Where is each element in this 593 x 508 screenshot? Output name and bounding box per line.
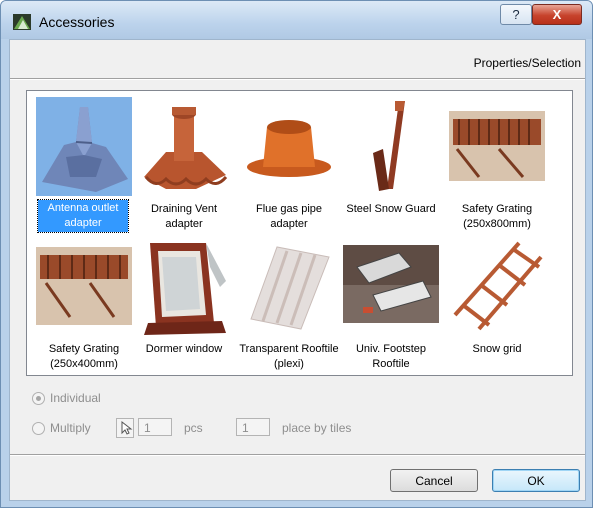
antenna-outlet-adapter-image <box>36 97 132 196</box>
close-button[interactable]: X <box>532 4 582 25</box>
flue-gas-pipe-adapter-image <box>241 97 337 196</box>
gallery-item[interactable]: Univ. Footstep Rooftile <box>343 237 439 372</box>
safety-grating-250x800-image <box>449 97 545 196</box>
pcs-label: pcs <box>184 421 203 435</box>
antenna-outlet-adapter-label: Antenna outlet adapter <box>37 199 129 233</box>
steel-snow-guard-label: Steel Snow Guard <box>346 203 436 215</box>
pcs-input[interactable]: 1 <box>138 418 172 436</box>
place-by-tiles-label: place by tiles <box>282 421 352 435</box>
multiply-label: Multiply <box>50 421 91 435</box>
properties-selection-label: Properties/Selection <box>473 56 581 70</box>
bottom-divider <box>10 454 585 456</box>
gallery-item[interactable]: Dormer window <box>136 237 232 372</box>
gallery-item[interactable]: Transparent Rooftile (plexi) <box>239 237 339 372</box>
transparent-rooftile-label: Transparent Rooftile (plexi) <box>239 343 339 370</box>
steel-snow-guard-image <box>343 97 439 196</box>
safety-grating-250x400-label: Safety Grating (250x400mm) <box>48 343 120 370</box>
dormer-window-label: Dormer window <box>145 343 223 355</box>
gallery-item[interactable]: Safety Grating (250x400mm) <box>36 237 132 372</box>
snow-grid-image <box>449 237 545 336</box>
gallery-item[interactable]: Antenna outlet adapter <box>36 97 132 233</box>
individual-label: Individual <box>50 391 101 405</box>
ok-button[interactable]: OK <box>492 469 580 492</box>
multiply-radio[interactable] <box>32 422 45 435</box>
window-title: Accessories <box>39 14 115 30</box>
title-bar[interactable]: Accessories ? X <box>1 1 592 39</box>
individual-radio[interactable] <box>32 392 45 405</box>
dormer-window-image <box>136 237 232 336</box>
gallery-item[interactable]: Steel Snow Guard <box>343 97 439 232</box>
gallery-item[interactable]: Flue gas pipe adapter <box>241 97 337 232</box>
arrow-cursor-icon <box>121 420 133 435</box>
gallery-item[interactable]: Safety Grating (250x800mm) <box>449 97 545 232</box>
gallery-item[interactable]: Snow grid <box>449 237 545 372</box>
top-divider <box>10 78 585 80</box>
footstep-rooftile-image <box>343 237 439 336</box>
draining-vent-adapter-image <box>136 97 232 196</box>
app-logo-icon <box>13 14 31 30</box>
accessory-gallery[interactable]: Antenna outlet adapter Draining Vent ada… <box>26 90 573 376</box>
help-button[interactable]: ? <box>500 4 532 25</box>
tiles-input[interactable]: 1 <box>236 418 270 436</box>
flue-gas-pipe-adapter-label: Flue gas pipe adapter <box>255 203 323 230</box>
gallery-item[interactable]: Draining Vent adapter <box>136 97 232 232</box>
cancel-button[interactable]: Cancel <box>390 469 478 492</box>
transparent-rooftile-image <box>241 237 337 336</box>
dialog-content: Properties/Selection Antenna outlet adap… <box>9 39 586 501</box>
safety-grating-250x800-label: Safety Grating (250x800mm) <box>461 203 533 230</box>
accessories-dialog: Accessories ? X Properties/Selection Ant… <box>0 0 593 508</box>
safety-grating-250x400-image <box>36 237 132 336</box>
pick-tool-button[interactable] <box>116 418 134 438</box>
footstep-rooftile-label: Univ. Footstep Rooftile <box>355 343 427 370</box>
draining-vent-adapter-label: Draining Vent adapter <box>150 203 218 230</box>
snow-grid-label: Snow grid <box>472 343 522 355</box>
